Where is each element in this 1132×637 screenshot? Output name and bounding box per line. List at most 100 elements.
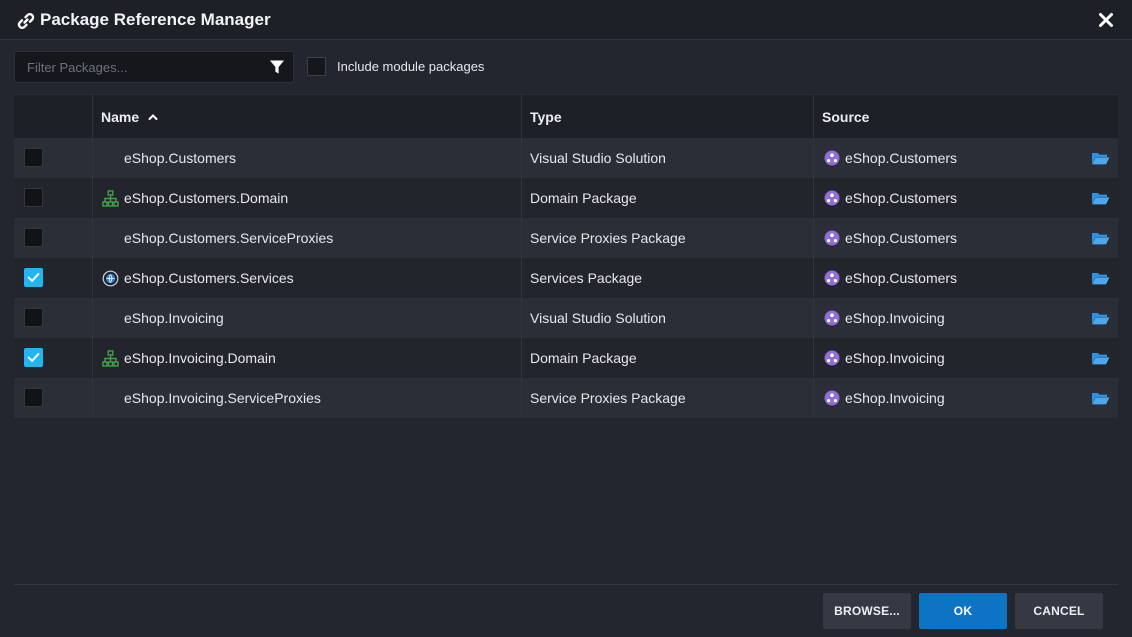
package-source: eShop.Invoicing [845,390,945,406]
package-type: Services Package [530,270,643,286]
row-checkbox[interactable] [24,148,43,167]
domain-hierarchy-icon [102,190,119,207]
source-cell: eShop.Customers [814,178,1118,218]
table-header: Name Type Source [14,94,1118,139]
package-source: eShop.Customers [845,270,958,286]
column-source-label: Source [822,109,870,125]
row-checkbox[interactable] [24,228,43,247]
package-name: eShop.Customers [124,150,237,166]
package-source: eShop.Customers [845,150,958,166]
source-cell: eShop.Invoicing [814,298,1118,338]
row-checkbox[interactable] [24,268,43,287]
table-row[interactable]: eShop.Invoicing Visual Studio Solution e… [14,298,1118,338]
type-cell: Domain Package [522,178,814,218]
table-row[interactable]: eShop.Customers.Domain Domain Package eS… [14,178,1118,218]
select-cell [14,218,93,258]
close-icon[interactable] [1097,11,1115,29]
type-cell: Visual Studio Solution [522,298,814,338]
type-cell: Service Proxies Package [522,378,814,418]
type-cell: Service Proxies Package [522,218,814,258]
source-cell: eShop.Customers [814,218,1118,258]
include-module-packages-label: Include module packages [337,59,485,74]
open-folder-icon[interactable] [1091,271,1110,286]
select-cell [14,378,93,418]
footer-divider [14,584,1118,585]
name-cell: eShop.Customers [93,138,522,178]
name-cell: eShop.Customers.ServiceProxies [93,218,522,258]
open-folder-icon[interactable] [1091,311,1110,326]
select-cell [14,178,93,218]
type-cell: Domain Package [522,338,814,378]
source-module-icon [824,230,840,246]
packages-table: Name Type Source eShop.Customers Visual … [14,94,1118,418]
package-source: eShop.Invoicing [845,350,945,366]
package-type: Domain Package [530,350,637,366]
package-type: Service Proxies Package [530,390,686,406]
table-row[interactable]: eShop.Customers.ServiceProxies Service P… [14,218,1118,258]
title-bar: Package Reference Manager [0,0,1132,40]
column-name-label: Name [101,109,140,125]
select-cell [14,338,93,378]
domain-hierarchy-icon [102,350,119,367]
name-cell: eShop.Customers.Services [93,258,522,298]
column-header-name[interactable]: Name [93,95,522,139]
source-cell: eShop.Invoicing [814,378,1118,418]
table-row[interactable]: eShop.Invoicing.ServiceProxies Service P… [14,378,1118,418]
package-type: Visual Studio Solution [530,310,666,326]
name-cell: eShop.Customers.Domain [93,178,522,218]
ok-button[interactable]: OK [919,593,1007,629]
type-cell: Visual Studio Solution [522,138,814,178]
row-checkbox[interactable] [24,388,43,407]
source-module-icon [824,190,840,206]
column-header-type[interactable]: Type [522,95,814,139]
source-module-icon [824,150,840,166]
filter-packages-box [14,51,294,83]
column-header-select[interactable] [14,95,93,139]
row-checkbox[interactable] [24,348,43,367]
include-module-packages-checkbox[interactable] [307,57,326,76]
select-cell [14,298,93,338]
row-checkbox[interactable] [24,188,43,207]
package-type: Service Proxies Package [530,230,686,246]
open-folder-icon[interactable] [1091,151,1110,166]
select-cell [14,138,93,178]
package-source: eShop.Customers [845,230,958,246]
source-module-icon [824,350,840,366]
column-header-source[interactable]: Source [814,95,1118,139]
package-name: eShop.Customers.ServiceProxies [124,230,334,246]
table-body: eShop.Customers Visual Studio Solution e… [14,138,1118,418]
table-row[interactable]: eShop.Customers.Services Services Packag… [14,258,1118,298]
filter-packages-input[interactable] [15,52,261,82]
name-cell: eShop.Invoicing.Domain [93,338,522,378]
source-module-icon [824,310,840,326]
package-name: eShop.Invoicing.Domain [124,350,276,366]
sort-ascending-icon [148,114,158,120]
open-folder-icon[interactable] [1091,191,1110,206]
browse-button[interactable]: BROWSE... [823,593,911,629]
table-row[interactable]: eShop.Invoicing.Domain Domain Package eS… [14,338,1118,378]
source-cell: eShop.Invoicing [814,338,1118,378]
source-cell: eShop.Customers [814,138,1118,178]
source-module-icon [824,270,840,286]
select-cell [14,258,93,298]
package-name: eShop.Invoicing [124,310,224,326]
open-folder-icon[interactable] [1091,351,1110,366]
link-icon [17,13,35,29]
open-folder-icon[interactable] [1091,391,1110,406]
package-type: Visual Studio Solution [530,150,666,166]
table-row[interactable]: eShop.Customers Visual Studio Solution e… [14,138,1118,178]
open-folder-icon[interactable] [1091,231,1110,246]
package-name: eShop.Invoicing.ServiceProxies [124,390,321,406]
type-cell: Services Package [522,258,814,298]
name-cell: eShop.Invoicing.ServiceProxies [93,378,522,418]
window-title: Package Reference Manager [40,10,271,29]
cancel-button[interactable]: CANCEL [1015,593,1103,629]
name-cell: eShop.Invoicing [93,298,522,338]
package-name: eShop.Customers.Services [124,270,294,286]
row-checkbox[interactable] [24,308,43,327]
source-module-icon [824,390,840,406]
package-source: eShop.Customers [845,190,958,206]
funnel-icon[interactable] [269,59,285,75]
package-source: eShop.Invoicing [845,310,945,326]
services-globe-icon [102,270,119,287]
